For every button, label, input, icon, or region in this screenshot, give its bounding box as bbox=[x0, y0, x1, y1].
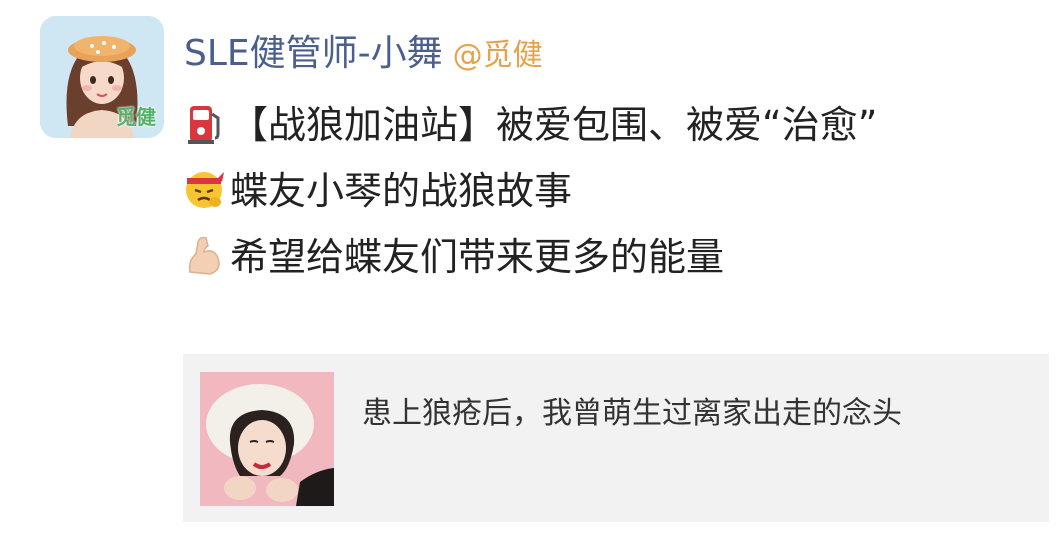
post-line-2: 蝶友小琴的战狼故事 bbox=[184, 158, 1024, 224]
linked-article-card[interactable]: 患上狼疮后，我曾萌生过离家出走的念头 bbox=[183, 354, 1049, 522]
author-avatar[interactable]: 觅健 bbox=[40, 16, 164, 138]
post-line-2-text: 蝶友小琴的战狼故事 bbox=[230, 169, 573, 213]
post-line-1-text: 【战狼加油站】被爱包围、被爱“治愈” bbox=[230, 103, 878, 147]
flexed-biceps-icon bbox=[184, 232, 224, 278]
weibo-post: 觅健 SLE健管师-小舞 @觅健 【战狼加油站】被爱包围、被爱“治愈” 蝶友小琴… bbox=[0, 0, 1064, 544]
avatar-tag-label: 觅健 bbox=[116, 105, 156, 129]
post-line-3: 希望给蝶友们带来更多的能量 bbox=[184, 224, 1024, 290]
post-header: SLE健管师-小舞 @觅健 bbox=[184, 24, 543, 74]
woman-portrait-thumbnail-icon bbox=[200, 372, 334, 506]
article-thumbnail bbox=[200, 372, 334, 506]
author-display-name[interactable]: SLE健管师-小舞 bbox=[184, 33, 443, 74]
determined-face-headband-icon bbox=[184, 166, 224, 212]
post-body: 【战狼加油站】被爱包围、被爱“治愈” 蝶友小琴的战狼故事 希望给蝶友们带来更多的… bbox=[184, 92, 1024, 290]
post-line-3-text: 希望给蝶友们带来更多的能量 bbox=[230, 235, 725, 279]
post-line-1: 【战狼加油站】被爱包围、被爱“治愈” bbox=[184, 92, 1024, 158]
fuel-pump-icon bbox=[184, 100, 224, 146]
article-title: 患上狼疮后，我曾萌生过离家出走的念头 bbox=[362, 396, 902, 431]
author-handle[interactable]: @觅健 bbox=[453, 38, 543, 73]
